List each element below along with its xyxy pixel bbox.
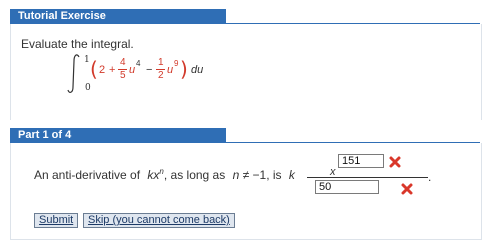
var1: u	[129, 64, 136, 76]
part-header: Part 1 of 4	[10, 128, 226, 142]
exp1: 4	[136, 59, 141, 68]
prompt-k: k	[288, 168, 295, 182]
frac1-denominator: 5	[120, 70, 126, 81]
numerator-input[interactable]	[338, 154, 384, 168]
tutorial-header-title: Tutorial Exercise	[18, 10, 106, 22]
instruction-text: Evaluate the integral.	[21, 37, 134, 51]
part-header-title: Part 1 of 4	[18, 129, 72, 141]
frac1-numerator: 4	[120, 57, 126, 68]
minus-sign: −	[146, 64, 153, 76]
denominator-x-mark-icon	[401, 183, 413, 195]
skip-button[interactable]: Skip (you cannot come back)	[83, 213, 235, 228]
var2: u	[167, 64, 174, 76]
term-constant: 2	[99, 64, 106, 76]
integral-sign-icon	[67, 54, 80, 93]
integral-lower-limit: 0	[85, 83, 91, 93]
frac2-numerator: 1	[158, 57, 164, 68]
exp2: 9	[174, 59, 179, 68]
prompt-condition: ≠ −1, is	[239, 168, 282, 182]
denominator-input[interactable]	[315, 180, 379, 194]
frac2-denominator: 2	[158, 70, 164, 81]
numerator-x-mark-icon	[389, 156, 401, 168]
prompt-kx: kx	[147, 168, 160, 182]
plus-sign: +	[109, 64, 116, 76]
submit-button[interactable]: Submit	[34, 213, 79, 228]
part-prompt: An anti-derivative of kxn, as long as n …	[34, 167, 295, 182]
open-paren: (	[90, 57, 98, 81]
close-paren: )	[180, 57, 188, 81]
fraction-period: .	[428, 170, 432, 184]
prompt-mid: , as long as	[163, 168, 226, 182]
differential: du	[191, 64, 204, 76]
integral-upper-limit: 1	[84, 55, 90, 65]
integral-expression: 1 0 ( 2 + 4 5 u 4 − 1 2 u 9 ) du	[66, 53, 236, 95]
answer-fraction: x .	[307, 152, 431, 200]
fraction-bar	[307, 177, 428, 178]
prompt-prefix: An anti-derivative of	[34, 168, 141, 182]
tutorial-header: Tutorial Exercise	[10, 9, 226, 23]
